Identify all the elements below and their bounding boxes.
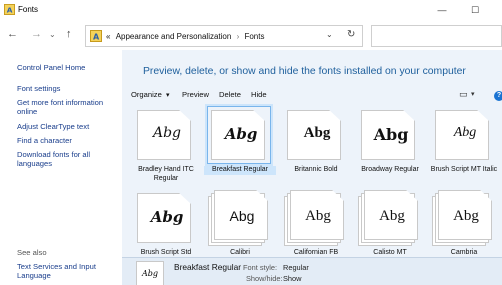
back-icon[interactable]: ← (7, 28, 18, 40)
change-view-icon[interactable]: ▭ (459, 89, 468, 100)
organize-label: Organize (131, 90, 162, 99)
font-tile-label: Broadway Regular (361, 166, 419, 173)
font-file-icon: Abg (134, 190, 196, 246)
fonts-app-icon: A (4, 4, 15, 15)
organize-caret-icon: ▾ (165, 92, 170, 99)
font-file-icon: Abg (134, 107, 196, 163)
preview-button[interactable]: Preview (182, 90, 209, 99)
font-file-icon: Abg (284, 107, 346, 163)
forward-icon[interactable]: → (31, 28, 42, 40)
maximize-button[interactable]: ☐ (468, 2, 482, 18)
main-content: Preview, delete, or show and hide the fo… (122, 50, 502, 285)
see-also-heading: See also (17, 248, 47, 257)
selected-font-name: Breakfast Regular (174, 262, 242, 272)
up-icon[interactable]: ↑ (66, 28, 72, 40)
title-bar: A Fonts — ☐ (0, 0, 502, 22)
thumbnail-sample-text: Abg (141, 269, 159, 278)
breadcrumb: « Appearance and Personalization › Fonts (106, 32, 264, 41)
sidebar-link-download-fonts[interactable]: Download fonts for all languages (17, 150, 117, 168)
font-sample-text: Abg (453, 208, 479, 224)
font-tile-label: Bradley Hand ITC Regular (138, 166, 194, 182)
font-file-icon: Abg (432, 107, 494, 163)
address-dropdown-icon[interactable]: ⌄ (326, 30, 333, 39)
window-title: Fonts (18, 5, 39, 14)
sidebar-link-font-settings[interactable]: Font settings (17, 84, 60, 93)
sidebar-link-text-services[interactable]: Text Services and Input Language (17, 262, 113, 280)
sidebar-link-find-character[interactable]: Find a character (17, 136, 72, 145)
font-sample-text: Abg (305, 208, 331, 224)
font-sample-text: Abg (379, 208, 405, 224)
sidebar-link-more-font-info[interactable]: Get more font information online (17, 98, 113, 116)
font-sample-text: Abg (224, 125, 258, 143)
sidebar: Control Panel Home Font settings Get mor… (0, 50, 122, 285)
sidebar-link-cleartype[interactable]: Adjust ClearType text (17, 122, 89, 131)
details-pane: Abg Breakfast Regular Font style: Regula… (122, 257, 502, 285)
crumb-appearance[interactable]: Appearance and Personalization (116, 32, 232, 41)
crumb-separator-icon[interactable]: › (237, 32, 240, 41)
font-tile-label: Breakfast Regular (204, 166, 276, 175)
organize-button[interactable]: Organize ▾ (131, 90, 169, 99)
font-family-icon: Abg (284, 190, 346, 246)
delete-button[interactable]: Delete (219, 90, 241, 99)
font-tile-label: Britannic Bold (294, 166, 338, 173)
font-family-icon: Abg (358, 190, 420, 246)
search-input[interactable] (371, 25, 502, 47)
page-headline: Preview, delete, or show and hide the fo… (143, 66, 466, 77)
font-sample-text: Abg (453, 125, 477, 140)
font-file-icon: Abg (207, 106, 271, 164)
sidebar-link-control-panel-home[interactable]: Control Panel Home (17, 63, 85, 72)
crumb-fonts[interactable]: Fonts (244, 32, 264, 41)
show-hide-label: Show/hide: (246, 274, 283, 283)
refresh-icon[interactable]: ↻ (347, 29, 355, 40)
navigation-bar: ← → ⌄ ↑ A « Appearance and Personalizati… (0, 22, 502, 50)
font-style-value: Regular (283, 263, 309, 272)
font-file-icon: Abg (358, 107, 420, 163)
hide-button[interactable]: Hide (251, 90, 267, 99)
show-hide-value: Show (283, 274, 302, 283)
command-bar: Organize ▾ Preview Delete Hide ▭ ▾ ? (122, 86, 502, 104)
view-options-caret-icon[interactable]: ▾ (471, 90, 475, 98)
crumb-overflow-icon[interactable]: « (106, 32, 110, 41)
minimize-button[interactable]: — (435, 2, 449, 18)
font-family-icon: Abg (432, 190, 494, 246)
font-sample-text: Abg (152, 125, 182, 141)
selected-font-thumbnail: Abg (136, 261, 164, 285)
help-icon[interactable]: ? (494, 91, 502, 101)
font-sample-text: Abg (303, 125, 331, 141)
svg-text:A: A (7, 6, 13, 15)
fonts-folder-icon: A (90, 30, 102, 42)
address-bar[interactable]: A « Appearance and Personalization › Fon… (85, 25, 363, 47)
font-sample-text: Abg (373, 125, 409, 144)
font-sample-text: Abg (150, 208, 184, 226)
svg-text:A: A (93, 33, 100, 42)
recent-locations-icon[interactable]: ⌄ (49, 30, 56, 39)
font-tile-label: Brush Script MT Italic (430, 166, 498, 173)
font-style-label: Font style: (243, 263, 278, 272)
font-family-icon: Abg (208, 190, 270, 246)
font-sample-text: Abg (229, 208, 255, 224)
